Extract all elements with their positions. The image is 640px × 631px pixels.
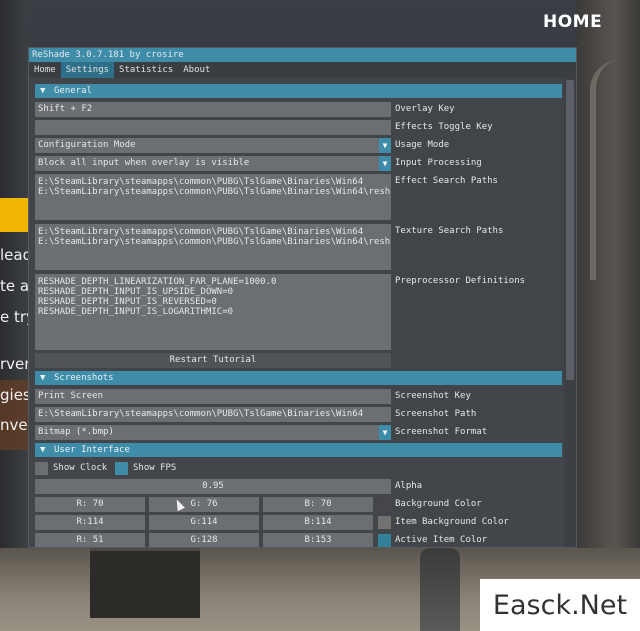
home-title[interactable]: HOME	[543, 12, 602, 32]
screenshot-path-label: Screenshot Path	[395, 409, 477, 419]
screenshot-format-label: Screenshot Format	[395, 427, 488, 437]
section-title: User Interface	[54, 445, 130, 455]
restart-tutorial-button[interactable]: Restart Tutorial	[35, 353, 391, 368]
active-item-color-r[interactable]: R: 51	[35, 533, 145, 547]
side-text: gies	[0, 386, 30, 404]
input-processing-value: Block all input when overlay is visible	[38, 158, 250, 168]
item-background-color-label: Item Background Color	[395, 517, 509, 527]
section-title: General	[54, 86, 92, 96]
dropdown-arrow-icon[interactable]: ▼	[379, 138, 391, 153]
section-title: Screenshots	[54, 373, 114, 383]
watermark: Easck.Net	[480, 579, 640, 631]
section-general-header[interactable]: ▼ General	[35, 84, 562, 98]
tab-settings[interactable]: Settings	[60, 62, 115, 78]
preprocessor-definitions-label: Preprocessor Definitions	[395, 276, 526, 286]
overlay-key-label: Overlay Key	[395, 104, 455, 114]
section-user-interface-header[interactable]: ▼ User Interface	[35, 443, 562, 457]
background-soldier	[420, 548, 460, 631]
tab-statistics[interactable]: Statistics	[114, 62, 178, 78]
side-text: lead	[0, 246, 30, 264]
settings-content: ▼ General Shift + F2 Overlay Key Effects …	[29, 78, 576, 547]
overlay-key-input[interactable]: Shift + F2	[35, 102, 391, 117]
texture-search-paths-label: Texture Search Paths	[395, 226, 504, 236]
input-processing-select[interactable]: Block all input when overlay is visible …	[35, 156, 391, 171]
collapse-arrow-icon: ▼	[40, 86, 46, 96]
active-item-color-g[interactable]: G:128	[149, 533, 259, 547]
input-processing-label: Input Processing	[395, 158, 482, 168]
side-text: te a	[0, 277, 30, 295]
dropdown-arrow-icon[interactable]: ▼	[379, 425, 391, 440]
item-background-color-r[interactable]: R:114	[35, 515, 145, 530]
effects-toggle-key-input[interactable]	[35, 120, 391, 135]
collapse-arrow-icon: ▼	[40, 373, 46, 383]
texture-search-paths-textarea[interactable]: E:\SteamLibrary\steamapps\common\PUBG\Ts…	[35, 224, 391, 270]
show-fps-label: Show FPS	[133, 463, 177, 473]
active-item-color-b[interactable]: B:153	[263, 533, 373, 547]
effect-search-paths-label: Effect Search Paths	[395, 176, 498, 186]
menu-bar: Home Settings Statistics About	[29, 62, 576, 78]
active-item-color-label: Active Item Color	[395, 535, 488, 545]
screenshot-format-select[interactable]: Bitmap (*.bmp) ▼	[35, 425, 391, 440]
effects-toggle-key-label: Effects Toggle Key	[395, 122, 493, 132]
background-color-r[interactable]: R: 70	[35, 497, 145, 512]
tab-home[interactable]: Home	[29, 62, 61, 78]
screenshot-format-value: Bitmap (*.bmp)	[38, 427, 114, 437]
alpha-slider[interactable]: 0.95	[35, 479, 391, 494]
effect-search-paths-textarea[interactable]: E:\SteamLibrary\steamapps\common\PUBG\Ts…	[35, 174, 391, 220]
side-text: rver	[0, 355, 30, 373]
scrollbar-thumb[interactable]	[566, 80, 574, 380]
background-color-label: Background Color	[395, 499, 482, 509]
usage-mode-select[interactable]: Configuration Mode ▼	[35, 138, 391, 153]
alpha-label: Alpha	[395, 481, 423, 491]
side-text: nve	[0, 416, 28, 434]
screenshot-key-input[interactable]: Print Screen	[35, 389, 391, 404]
screenshot-key-label: Screenshot Key	[395, 391, 471, 401]
scrollbar[interactable]	[564, 78, 576, 547]
background-yellow-banner	[0, 198, 28, 232]
dropdown-arrow-icon[interactable]: ▼	[379, 156, 391, 171]
background-color-swatch[interactable]	[378, 498, 391, 511]
item-background-color-g[interactable]: G:114	[149, 515, 259, 530]
background-crate	[90, 548, 200, 618]
preprocessor-definitions-textarea[interactable]: RESHADE_DEPTH_LINEARIZATION_FAR_PLANE=10…	[35, 274, 391, 350]
window-title[interactable]: ReShade 3.0.7.181 by crosire	[29, 48, 576, 62]
item-background-color-b[interactable]: B:114	[263, 515, 373, 530]
reshade-window: ReShade 3.0.7.181 by crosire Home Settin…	[28, 47, 577, 548]
active-item-color-swatch[interactable]	[378, 534, 391, 547]
show-clock-checkbox[interactable]	[35, 462, 48, 475]
show-clock-label: Show Clock	[53, 463, 108, 473]
usage-mode-label: Usage Mode	[395, 140, 450, 150]
background-arch	[590, 60, 640, 280]
show-fps-checkbox[interactable]	[115, 462, 128, 475]
background-color-b[interactable]: B: 70	[263, 497, 373, 512]
usage-mode-value: Configuration Mode	[38, 140, 136, 150]
side-text: e try	[0, 308, 30, 326]
background-color-g[interactable]: G: 76	[149, 497, 259, 512]
collapse-arrow-icon: ▼	[40, 445, 46, 455]
item-background-color-swatch[interactable]	[378, 516, 391, 529]
section-screenshots-header[interactable]: ▼ Screenshots	[35, 371, 562, 385]
tab-about[interactable]: About	[178, 62, 215, 78]
screenshot-path-input[interactable]: E:\SteamLibrary\steamapps\common\PUBG\Ts…	[35, 407, 391, 422]
